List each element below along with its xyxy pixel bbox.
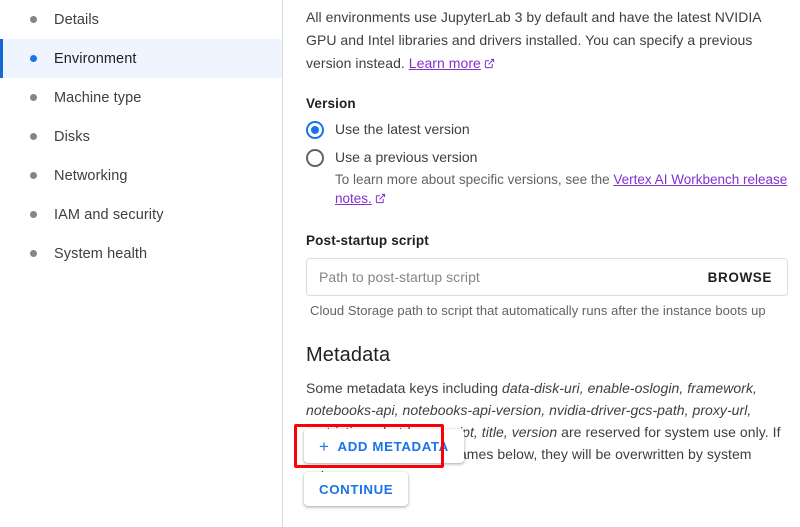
sidebar-item-label: Machine type [54, 90, 141, 106]
step-dot-icon [30, 250, 37, 257]
wizard-step-sidebar: Details Environment Machine type Disks N… [0, 0, 283, 527]
sidebar-item-label: System health [54, 246, 147, 262]
plus-icon: + [319, 438, 330, 455]
add-metadata-label: ADD METADATA [338, 439, 449, 454]
radio-option-latest-version[interactable]: Use the latest version [306, 120, 788, 139]
sidebar-item-details[interactable]: Details [0, 0, 282, 39]
step-dot-icon [30, 55, 37, 62]
browse-button[interactable]: BROWSE [708, 270, 772, 285]
sidebar-item-label: IAM and security [54, 207, 164, 223]
learn-more-label: Learn more [409, 55, 481, 71]
sidebar-item-disks[interactable]: Disks [0, 117, 282, 156]
environment-step-panel: All environments use JupyterLab 3 by def… [284, 0, 800, 527]
radio-option-previous-version[interactable]: Use a previous version [306, 148, 788, 167]
sidebar-item-label: Environment [54, 51, 137, 67]
post-startup-script-field[interactable]: Path to post-startup script BROWSE [306, 258, 788, 296]
sidebar-item-networking[interactable]: Networking [0, 156, 282, 195]
version-section-label: Version [306, 96, 788, 111]
step-dot-icon [30, 133, 37, 140]
step-dot-icon [30, 16, 37, 23]
external-link-icon [484, 53, 495, 76]
radio-latest-version-input[interactable] [306, 121, 324, 139]
external-link-icon [375, 190, 386, 209]
metadata-desc-prefix: Some metadata keys including [306, 380, 502, 396]
add-metadata-button-wrap: + ADD METADATA [304, 429, 464, 463]
step-dot-icon [30, 172, 37, 179]
version-sub-text: To learn more about specific versions, s… [335, 170, 788, 209]
sidebar-item-iam-and-security[interactable]: IAM and security [0, 195, 282, 234]
intro-text: All environments use JupyterLab 3 by def… [306, 9, 761, 71]
sidebar-item-machine-type[interactable]: Machine type [0, 78, 282, 117]
page-root: Details Environment Machine type Disks N… [0, 0, 800, 527]
continue-label: CONTINUE [319, 482, 393, 497]
step-dot-icon [30, 211, 37, 218]
continue-button[interactable]: CONTINUE [304, 472, 408, 506]
post-startup-script-input[interactable]: Path to post-startup script [319, 269, 708, 285]
sidebar-item-environment[interactable]: Environment [0, 39, 282, 78]
radio-previous-version-input[interactable] [306, 149, 324, 167]
sidebar-item-label: Details [54, 12, 99, 28]
radio-previous-version-label: Use a previous version [335, 148, 477, 167]
metadata-heading: Metadata [306, 344, 788, 367]
post-startup-script-hint: Cloud Storage path to script that automa… [310, 303, 788, 318]
learn-more-link[interactable]: Learn more [409, 55, 481, 71]
step-dot-icon [30, 94, 37, 101]
sidebar-item-label: Disks [54, 129, 90, 145]
version-sub-prefix: To learn more about specific versions, s… [335, 172, 613, 187]
add-metadata-button[interactable]: + ADD METADATA [304, 429, 464, 463]
continue-button-wrap: CONTINUE [304, 472, 408, 506]
radio-latest-version-label: Use the latest version [335, 120, 470, 139]
environment-intro-text: All environments use JupyterLab 3 by def… [306, 0, 788, 76]
sidebar-item-label: Networking [54, 168, 128, 184]
sidebar-item-system-health[interactable]: System health [0, 234, 282, 273]
post-startup-script-label: Post-startup script [306, 233, 788, 248]
